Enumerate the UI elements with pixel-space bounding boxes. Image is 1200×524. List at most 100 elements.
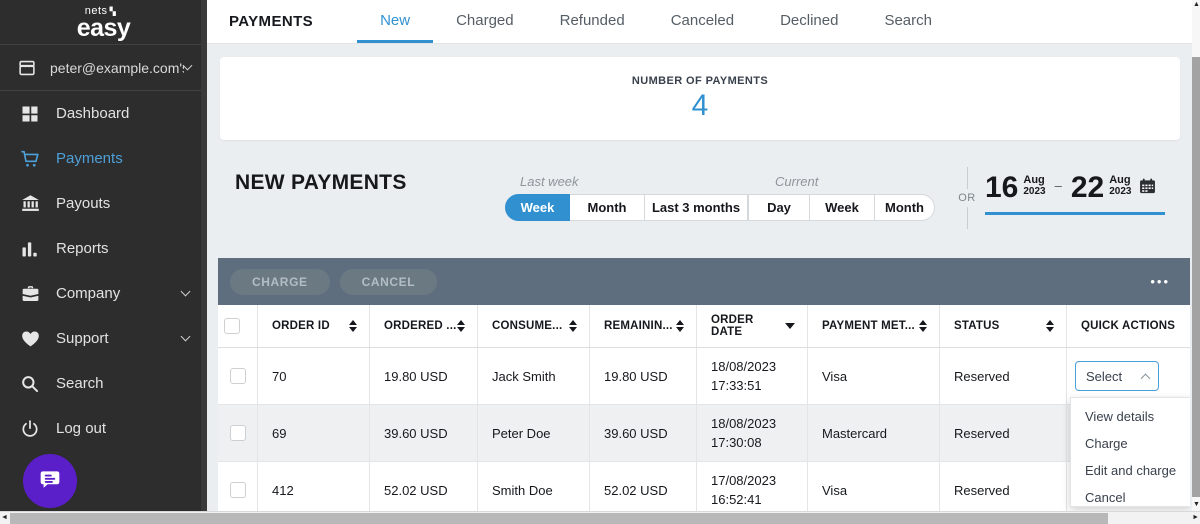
sidebar: nets▚ easy peter@example.com's... Dashbo… (0, 0, 207, 511)
tab-refunded[interactable]: Refunded (537, 0, 648, 43)
sidebar-item-reports[interactable]: Reports (0, 226, 207, 271)
chevron-down-icon (180, 331, 191, 342)
nets-easy-logo: nets ▚ easy (0, 0, 207, 45)
consumer-cell: Jack Smith (478, 348, 590, 404)
column-header-payment-method[interactable]: PAYMENT MET... (808, 305, 940, 347)
sort-icon[interactable] (919, 320, 927, 332)
sidebar-item-payments[interactable]: Payments (0, 136, 207, 181)
filter-current-week-button[interactable]: Week (810, 194, 875, 221)
status-cell: Reserved (940, 462, 1067, 511)
scroll-down-arrow-icon[interactable]: ▼ (1193, 501, 1200, 509)
number-of-payments-card: NUMBER OF PAYMENTS 4 (220, 57, 1180, 140)
chevron-up-icon (1140, 373, 1151, 383)
or-divider: OR (958, 167, 976, 229)
ordered-amount-cell: 19.80 USD (370, 348, 478, 404)
remaining-amount-cell: 19.80 USD (590, 348, 697, 404)
account-email: peter@example.com's... (50, 59, 184, 76)
sidebar-item-label: Dashboard (56, 105, 130, 122)
more-options-icon[interactable]: ••• (1150, 274, 1170, 289)
dashboard-icon (19, 103, 41, 125)
row-select-cell (218, 348, 258, 404)
column-header-consumer[interactable]: CONSUME... (478, 305, 590, 347)
select-all-cell (218, 305, 258, 347)
sort-icon[interactable] (349, 320, 357, 332)
menu-item-cancel[interactable]: Cancel (1071, 484, 1190, 511)
payments-table: CHARGE CANCEL ••• ORDER ID ORDERED ... C… (218, 258, 1190, 511)
date-range-picker[interactable]: 16 Aug 2023 – 22 Aug 2023 (985, 170, 1156, 206)
table-header-row: ORDER ID ORDERED ... CONSUME... REMAININ… (218, 305, 1190, 348)
date-from-day: 16 (985, 171, 1019, 204)
sidebar-item-search[interactable]: Search (0, 361, 207, 406)
tab-canceled[interactable]: Canceled (648, 0, 757, 43)
scroll-up-arrow-icon[interactable]: ▲ (1193, 1, 1200, 9)
sidebar-item-label: Payments (56, 150, 123, 167)
payment-method-cell: Visa (808, 348, 940, 404)
date-range-separator: – (1054, 178, 1062, 193)
column-header-quick-actions: QUICK ACTIONS (1081, 320, 1176, 332)
charge-button[interactable]: CHARGE (230, 268, 330, 295)
sort-icon[interactable] (457, 320, 465, 332)
account-selector[interactable]: peter@example.com's... (0, 45, 207, 91)
sidebar-item-support[interactable]: Support (0, 316, 207, 361)
menu-item-view-details[interactable]: View details (1071, 403, 1190, 430)
menu-item-charge[interactable]: Charge (1071, 430, 1190, 457)
row-checkbox[interactable] (229, 425, 246, 441)
sort-desc-icon[interactable] (785, 323, 795, 329)
sidebar-item-payouts[interactable]: Payouts (0, 181, 207, 226)
quick-action-select-dropdown[interactable]: Select (1075, 361, 1159, 391)
row-checkbox[interactable] (229, 368, 246, 384)
horizontal-scrollbar[interactable]: ◄ ► (0, 511, 1200, 524)
row-checkbox[interactable] (229, 482, 246, 498)
status-cell: Reserved (940, 405, 1067, 461)
table-row: 69 39.60 USD Peter Doe 39.60 USD 18/08/2… (218, 405, 1190, 462)
filter-day-button[interactable]: Day (748, 194, 810, 221)
tab-charged[interactable]: Charged (433, 0, 537, 43)
payments-tabs: New Charged Refunded Canceled Declined S… (357, 0, 955, 43)
horizontal-scrollbar-thumb[interactable] (10, 513, 1108, 524)
page-title: PAYMENTS (229, 13, 314, 30)
order-date-cell: 17/08/2023 16:52:41 (697, 462, 808, 511)
filter-last-3-months-button[interactable]: Last 3 months (645, 194, 748, 221)
scroll-right-arrow-icon[interactable]: ► (1192, 514, 1199, 522)
sidebar-item-dashboard[interactable]: Dashboard (0, 91, 207, 136)
column-header-order-id[interactable]: ORDER ID (258, 305, 370, 347)
filter-week-button[interactable]: Week (505, 194, 570, 221)
tab-search[interactable]: Search (861, 0, 955, 43)
sidebar-item-company[interactable]: Company (0, 271, 207, 316)
table-row: 70 19.80 USD Jack Smith 19.80 USD 18/08/… (218, 348, 1190, 405)
tab-declined[interactable]: Declined (757, 0, 861, 43)
summary-card-label: NUMBER OF PAYMENTS (631, 74, 769, 87)
column-header-order-date[interactable]: ORDER DATE (697, 305, 808, 347)
cancel-button[interactable]: CANCEL (339, 268, 438, 295)
order-id-cell: 70 (258, 348, 370, 404)
logo-easy-text: easy (76, 13, 131, 42)
sort-icon[interactable] (676, 320, 684, 332)
tab-new[interactable]: New (357, 0, 434, 43)
filter-current-month-button[interactable]: Month (875, 194, 935, 221)
sort-icon[interactable] (1046, 320, 1054, 332)
scroll-left-arrow-icon[interactable]: ◄ (1, 514, 8, 522)
select-all-checkbox[interactable] (223, 318, 240, 334)
sort-icon[interactable] (569, 320, 577, 332)
calendar-icon[interactable] (1139, 178, 1156, 199)
or-label: OR (958, 192, 976, 204)
row-select-cell (218, 462, 258, 511)
vertical-scrollbar-thumb[interactable] (1192, 57, 1200, 497)
sidebar-item-logout[interactable]: Log out (0, 406, 207, 451)
bank-icon (19, 193, 41, 215)
chat-widget-button[interactable] (23, 454, 77, 508)
column-header-ordered[interactable]: ORDERED ... (370, 305, 478, 347)
filter-month-button[interactable]: Month (570, 194, 645, 221)
divider-line (966, 207, 968, 229)
remaining-amount-cell: 39.60 USD (590, 405, 697, 461)
current-segmented-control: Day Week Month (748, 194, 935, 221)
divider-line (966, 167, 968, 189)
menu-item-edit-and-charge[interactable]: Edit and charge (1071, 457, 1190, 484)
vertical-scrollbar[interactable]: ▲ ▼ (1192, 0, 1200, 511)
column-header-status[interactable]: STATUS (940, 305, 1067, 347)
column-header-remaining[interactable]: REMAININ... (590, 305, 697, 347)
order-id-cell: 69 (258, 405, 370, 461)
status-cell: Reserved (940, 348, 1067, 404)
date-to-month-year: Aug 2023 (1109, 174, 1132, 198)
quick-actions-dropdown-menu: View details Charge Edit and charge Canc… (1070, 397, 1190, 507)
